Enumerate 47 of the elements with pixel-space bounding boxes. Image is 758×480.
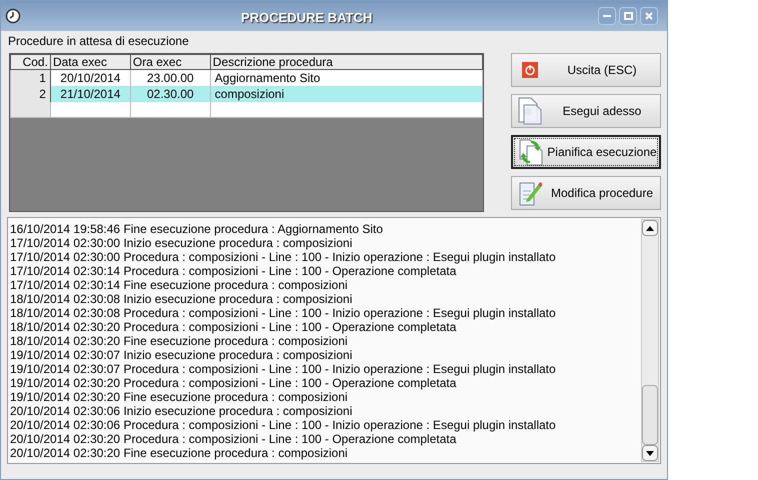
log-line: 19/10/2014 02:30:20 Fine esecuzione procedura : composizioni <box>10 390 348 404</box>
column-header[interactable]: Descrizione procedura <box>210 54 482 70</box>
log-line: 18/10/2014 02:30:20 Procedura : composizioni - Line : 100 - Operazione completata <box>10 320 456 334</box>
toolbar-button[interactable]: Esegui adesso <box>511 94 661 128</box>
log-line: 18/10/2014 02:30:08 Inizio esecuzione procedura : composizioni <box>10 292 352 306</box>
window-title: PROCEDURE BATCH <box>241 9 372 27</box>
log-line: 17/10/2014 02:30:14 Procedura : composizioni - Line : 100 - Operazione completata <box>10 264 456 278</box>
log-line: 20/10/2014 02:30:20 Procedura : composizioni - Line : 100 - Operazione completata <box>10 432 456 446</box>
scroll-up-button[interactable] <box>642 220 658 236</box>
log-line: 19/10/2014 02:30:07 Inizio esecuzione procedura : composizioni <box>10 348 352 362</box>
scrollbar[interactable] <box>641 219 659 462</box>
toolbar-button[interactable]: Modifica procedure <box>511 176 661 210</box>
log-line: 18/10/2014 02:30:20 Fine esecuzione procedura : composizioni <box>10 334 348 348</box>
power-icon <box>522 62 538 78</box>
row-number: 2 <box>10 86 50 102</box>
clock-icon <box>5 8 21 24</box>
log-line: 17/10/2014 02:30:00 Procedura : composizioni - Line : 100 - Inizio operazione : Esegui plugin installato <box>10 250 556 264</box>
minimize-button[interactable] <box>598 7 616 25</box>
column-header[interactable]: Data exec <box>50 54 130 70</box>
table-cell: 02.30.00 <box>130 86 210 102</box>
scroll-thumb[interactable] <box>642 385 658 445</box>
up-arrow-icon <box>646 226 654 230</box>
scroll-down-button[interactable] <box>642 445 658 461</box>
column-header[interactable]: Cod. <box>10 54 50 70</box>
toolbar-button[interactable]: Pianifica esecuzione <box>511 135 661 169</box>
log-line: 16/10/2014 19:58:46 Fine esecuzione procedura : Aggiornamento Sito <box>10 222 383 236</box>
document-pencil-icon <box>518 179 542 207</box>
log-line: 17/10/2014 02:30:00 Inizio esecuzione procedura : composizioni <box>10 236 352 250</box>
documents-arrows-icon <box>518 138 544 166</box>
log-line: 17/10/2014 02:30:14 Fine esecuzione procedura : composizioni <box>10 278 348 292</box>
log-line: 20/10/2014 02:30:06 Procedura : composizioni - Line : 100 - Inizio operazione : Esegui plugin installato <box>10 418 556 432</box>
table-cell: composizioni <box>210 86 482 102</box>
log-line: 19/10/2014 02:30:07 Procedura : composizioni - Line : 100 - Inizio operazione : Esegui plugin installato <box>10 362 556 376</box>
document-gear-icon <box>518 97 542 125</box>
down-arrow-icon <box>646 450 654 456</box>
close-icon <box>645 12 653 20</box>
log-line: 19/10/2014 02:30:20 Procedura : composizioni - Line : 100 - Operazione completata <box>10 376 456 390</box>
column-header[interactable]: Ora exec <box>130 54 210 70</box>
log-line: 18/10/2014 02:30:08 Procedura : composizioni - Line : 100 - Inizio operazione : Esegui plugin installato <box>10 306 556 320</box>
row-number: 1 <box>10 70 50 86</box>
section-label: Procedure in attesa di esecuzione <box>8 34 190 48</box>
log-line: 20/10/2014 02:30:06 Inizio esecuzione procedura : composizioni <box>10 404 352 418</box>
close-button[interactable] <box>640 7 658 25</box>
toolbar-button[interactable]: Uscita (ESC) <box>511 53 661 87</box>
log-line: 20/10/2014 02:30:20 Fine esecuzione procedura : composizioni <box>10 446 348 460</box>
maximize-button[interactable] <box>619 7 637 25</box>
table-cell: 21/10/2014 <box>50 86 130 102</box>
